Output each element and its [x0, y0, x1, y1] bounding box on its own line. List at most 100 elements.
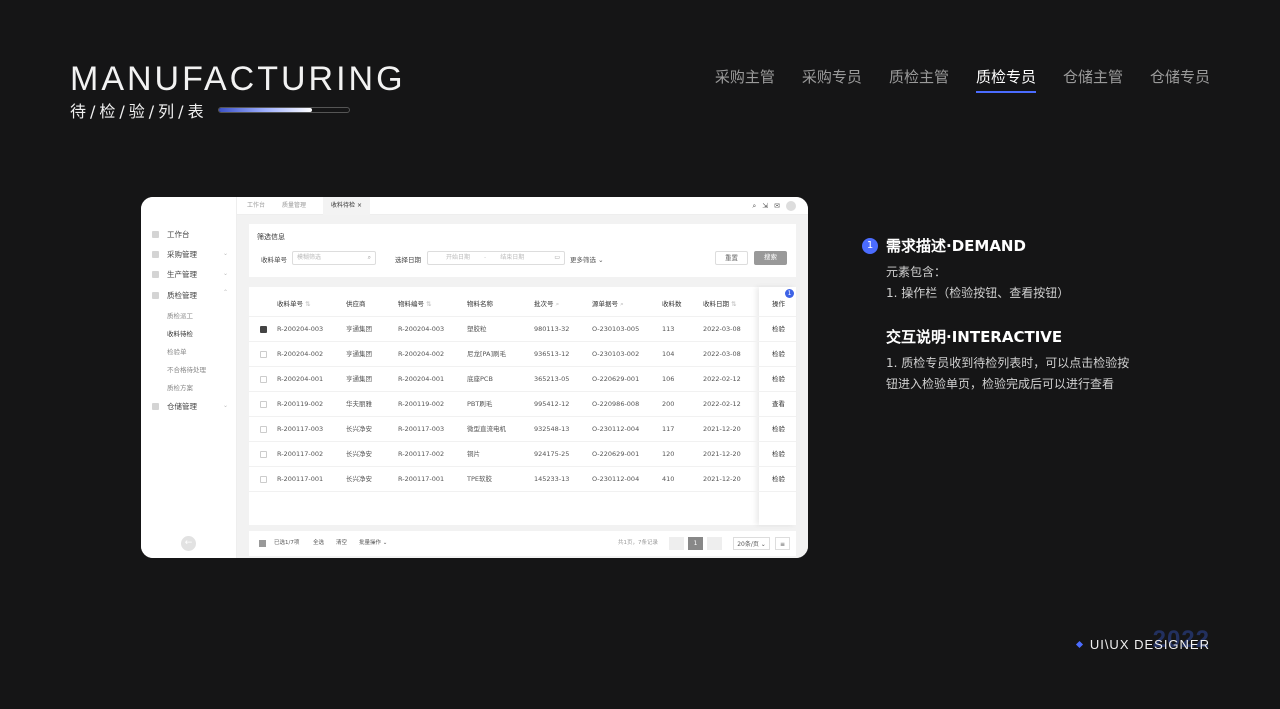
cell-supplier: 华夫丽雅	[346, 400, 372, 408]
cell-action-link[interactable]: 检验	[772, 442, 785, 467]
role-tab-qc-manager[interactable]: 质检主管	[889, 66, 949, 93]
page-summary: 共1页，7条记录	[618, 540, 658, 546]
cell-quantity: 106	[662, 375, 675, 383]
chevron-down-icon: ⌄	[222, 270, 228, 277]
current-page[interactable]: 1	[688, 537, 703, 550]
cell-quantity: 200	[662, 400, 675, 408]
sidebar-sub-receipt-pending[interactable]: 收料待检	[167, 328, 193, 338]
sidebar-sub-nonconforming[interactable]: 不合格待处理	[167, 364, 206, 374]
cell-batch-no: 995412-12	[534, 400, 570, 408]
cell-action-link[interactable]: 检验	[772, 467, 785, 492]
sidebar-sub-inspection[interactable]: 检验单	[167, 346, 187, 356]
header-batch[interactable]: 批次号 ⌕	[534, 292, 559, 317]
cell-action-link[interactable]: 检验	[772, 417, 785, 442]
cell-source-doc: O-220629-001	[592, 450, 640, 458]
cell-source-doc: O-230112-004	[592, 425, 640, 433]
chevron-down-icon: ⌄	[598, 256, 604, 264]
sidebar-item-production[interactable]: 生产管理	[152, 269, 197, 280]
sidebar-item-qc[interactable]: 质检管理	[152, 290, 197, 301]
avatar[interactable]	[786, 201, 796, 211]
sidebar-item-workbench[interactable]: 工作台	[152, 229, 190, 240]
row-checkbox[interactable]	[260, 476, 267, 483]
sidebar-item-purchase[interactable]: 采购管理	[152, 249, 197, 260]
header-source[interactable]: 源单据号 ⌕	[592, 292, 624, 317]
date-range-picker[interactable]: 开始日期 - 结束日期 ▭	[427, 251, 565, 265]
header-material-code[interactable]: 物料编号 ⇅	[398, 292, 432, 317]
select-all-checkbox[interactable]	[259, 540, 266, 547]
role-tab-purchase-staff[interactable]: 采购专员	[802, 66, 862, 93]
mock-sidebar: 工作台 采购管理 ⌄ 生产管理 ⌄ 质检管理 ⌃ 质检派工 收料待检 检验单 不…	[141, 197, 237, 558]
cell-material-code: R-200119-002	[398, 400, 445, 408]
header-date[interactable]: 收料日期 ⇅	[703, 292, 737, 317]
receipt-input[interactable]: 模糊筛选 ⌕	[292, 251, 376, 265]
page-size-select[interactable]: 20条/页 ⌄	[733, 537, 770, 550]
prev-page-button[interactable]	[669, 537, 684, 550]
back-icon[interactable]: ←	[181, 536, 196, 551]
header-receipt[interactable]: 收料单号 ⇅	[277, 292, 311, 317]
sidebar-sub-plan[interactable]: 质检方案	[167, 382, 193, 392]
header-operation: 操作	[772, 300, 785, 308]
diamond-icon	[1075, 640, 1083, 649]
role-tab-purchase-manager[interactable]: 采购主管	[715, 66, 775, 93]
progress-fill	[218, 108, 313, 112]
cell-quantity: 120	[662, 450, 675, 458]
row-checkbox[interactable]	[260, 401, 267, 408]
cell-source-doc: O-220986-008	[592, 400, 640, 408]
role-tab-warehouse-staff[interactable]: 仓储专员	[1150, 66, 1210, 93]
search-button[interactable]: 搜索	[754, 251, 787, 265]
mock-topbar: 工作台 质量管理 收料待检 × ⌕ ⇲ ✉	[237, 197, 808, 215]
table-row: R-200204-001 亨通集团 R-200204-001 底座PCB 365213-…	[249, 367, 796, 392]
cell-supplier: 长兴净安	[346, 450, 372, 458]
tab-quality[interactable]: 质量管理	[282, 197, 306, 215]
row-checkbox[interactable]	[260, 426, 267, 433]
filter-panel: 筛选信息 收料单号 模糊筛选 ⌕ 选择日期 开始日期 - 结束日期 ▭ 更多筛选 ⌄ 重…	[249, 224, 796, 277]
production-icon	[152, 271, 159, 278]
cell-batch-no: 365213-05	[534, 375, 570, 383]
mail-icon[interactable]: ✉	[774, 202, 780, 210]
cell-material-code: R-200117-002	[398, 450, 445, 458]
cell-receipt-id: R-200117-003	[277, 425, 324, 433]
cell-action-link[interactable]: 检验	[772, 367, 785, 392]
role-tab-warehouse-manager[interactable]: 仓储主管	[1063, 66, 1123, 93]
demand-line: 1. 操作栏（检验按钮、查看按钮）	[886, 286, 1070, 300]
topbar-icons: ⌕ ⇲ ✉	[752, 201, 796, 211]
cell-quantity: 104	[662, 350, 675, 358]
close-icon[interactable]: ×	[357, 202, 362, 209]
role-tab-qc-staff[interactable]: 质检专员	[975, 66, 1036, 93]
header-quantity: 收料数	[662, 300, 682, 308]
cell-material-code: R-200204-001	[398, 375, 445, 383]
row-checkbox[interactable]	[260, 451, 267, 458]
cell-source-doc: O-220629-001	[592, 375, 640, 383]
sidebar-item-warehouse[interactable]: 仓储管理	[152, 401, 197, 412]
next-page-button[interactable]	[707, 537, 722, 550]
row-checkbox[interactable]	[260, 376, 267, 383]
search-icon: ⌕	[620, 300, 624, 308]
row-checkbox[interactable]	[260, 351, 267, 358]
chevron-up-icon: ⌃	[222, 289, 228, 296]
tab-receipt-pending[interactable]: 收料待检 ×	[323, 197, 370, 215]
row-checkbox[interactable]	[260, 326, 267, 333]
cell-material-name: 铜片	[467, 450, 480, 458]
brand-subtitle-row: 待/检/验/列/表	[70, 98, 406, 122]
tab-workbench[interactable]: 工作台	[247, 197, 265, 215]
chevron-down-icon: ⌄	[760, 541, 766, 548]
clear-link[interactable]: 清空	[336, 531, 347, 556]
demand-heading: 1 需求描述·DEMAND	[862, 235, 1162, 256]
select-all-link[interactable]: 全选	[313, 531, 324, 556]
batch-action[interactable]: 批量操作 ⌄	[359, 531, 387, 556]
sidebar-sub-dispatch[interactable]: 质检派工	[167, 310, 193, 320]
cell-material-name: 塑胶粒	[467, 325, 487, 333]
reset-button[interactable]: 重置	[715, 251, 748, 265]
cell-supplier: 亨通集团	[346, 375, 372, 383]
annotation-badge: 1	[785, 289, 794, 298]
search-icon[interactable]: ⌕	[752, 202, 756, 211]
cell-receipt-id: R-200204-002	[277, 350, 324, 358]
interactive-title: 交互说明·INTERACTIVE	[886, 328, 1063, 346]
cell-action-link[interactable]: 检验	[772, 342, 785, 367]
menu-icon[interactable]: ≡	[775, 537, 790, 550]
cell-action-link[interactable]: 查看	[772, 392, 785, 417]
cell-action-link[interactable]: 检验	[772, 317, 785, 342]
cell-material-code: R-200204-003	[398, 325, 445, 333]
more-filter-link[interactable]: 更多筛选 ⌄	[570, 254, 604, 264]
export-icon[interactable]: ⇲	[762, 202, 768, 210]
